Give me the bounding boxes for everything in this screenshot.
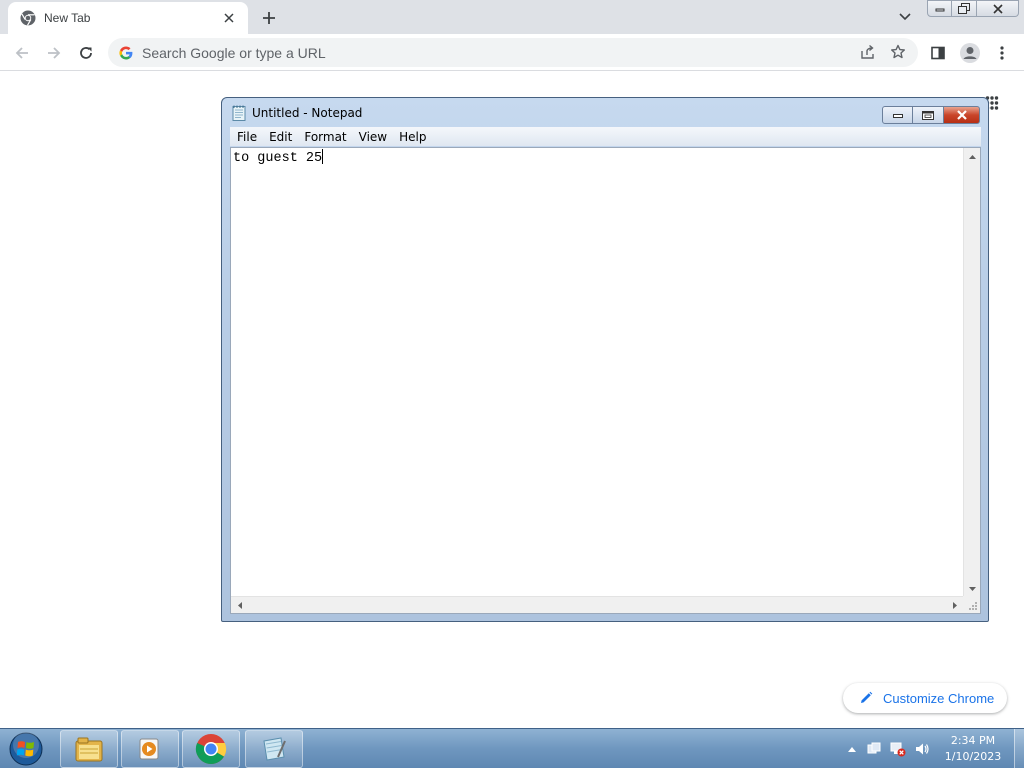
customize-chrome-label: Customize Chrome (883, 690, 995, 706)
media-player-icon (139, 738, 159, 760)
action-center-flag-icon[interactable] (866, 741, 882, 757)
notepad-maximize-button[interactable] (913, 106, 944, 124)
notepad-icon (263, 737, 286, 761)
menu-view[interactable]: View (353, 130, 393, 144)
file-explorer-icon (75, 737, 103, 762)
taskbar-clock[interactable]: 2:34 PM 1/10/2023 (935, 733, 1011, 765)
scroll-down-arrow-icon[interactable] (964, 580, 981, 597)
taskbar-media-player-button[interactable] (121, 730, 179, 768)
close-tab-icon[interactable] (220, 9, 238, 27)
clock-date: 1/10/2023 (944, 750, 1002, 763)
forward-button[interactable] (41, 40, 67, 66)
back-button[interactable] (9, 40, 35, 66)
customize-chrome-button[interactable]: Customize Chrome (843, 683, 1007, 713)
start-button[interactable] (6, 730, 46, 768)
tab-strip: New Tab (0, 0, 1024, 34)
bookmark-star-icon[interactable] (888, 42, 908, 62)
pencil-icon (861, 691, 873, 703)
horizontal-scrollbar[interactable] (231, 596, 963, 613)
text-caret (322, 149, 324, 164)
profile-button[interactable] (957, 40, 983, 66)
vertical-scrollbar[interactable] (963, 148, 980, 597)
show-desktop-button[interactable] (1014, 729, 1024, 769)
window-close-button[interactable] (977, 0, 1019, 17)
forward-arrow-icon (48, 47, 61, 59)
tab-search-chevron-icon[interactable] (894, 8, 916, 26)
chrome-menu-button[interactable] (989, 40, 1015, 66)
tab-new-tab[interactable]: New Tab (8, 2, 248, 34)
clock-time: 2:34 PM (950, 734, 996, 747)
chrome-icon (20, 10, 36, 26)
side-panel-button[interactable] (925, 40, 951, 66)
scroll-right-arrow-icon[interactable] (946, 597, 963, 614)
share-icon[interactable] (858, 42, 878, 62)
browser-toolbar (0, 34, 1024, 71)
google-g-icon (119, 46, 133, 59)
show-hidden-icons-icon[interactable] (844, 741, 860, 757)
notepad-title: Untitled - Notepad (252, 106, 363, 120)
notepad-text-area[interactable]: to guest 25 (230, 147, 981, 614)
menu-format[interactable]: Format (298, 130, 352, 144)
new-tab-button[interactable] (258, 7, 280, 29)
omnibox-input[interactable] (142, 44, 832, 61)
notepad-content: to guest 25 (233, 151, 323, 166)
taskbar-chrome-button[interactable] (182, 730, 240, 768)
reload-button[interactable] (73, 40, 99, 66)
omnibox[interactable] (108, 38, 918, 67)
notepad-minimize-button[interactable] (882, 106, 913, 124)
chrome-icon (195, 734, 227, 765)
notepad-text-line: to guest 25 (233, 149, 324, 166)
tab-title: New Tab (44, 11, 91, 25)
menu-edit[interactable]: Edit (263, 130, 298, 144)
notepad-close-button[interactable] (944, 106, 980, 124)
notepad-window: Untitled - Notepad File Edit Format View… (221, 97, 989, 622)
taskbar-notepad-button[interactable] (245, 730, 303, 768)
window-restore-button[interactable] (952, 0, 977, 17)
windows-start-orb-icon (9, 732, 43, 766)
avatar-icon (960, 43, 980, 63)
notepad-menubar: File Edit Format View Help (230, 127, 981, 146)
side-panel-icon (931, 46, 945, 60)
kebab-menu-icon (1000, 46, 1004, 60)
resize-grip-icon[interactable] (963, 596, 980, 613)
network-disconnected-icon[interactable] (890, 741, 906, 757)
taskbar-explorer-button[interactable] (60, 730, 118, 768)
volume-icon[interactable] (914, 741, 930, 757)
window-minimize-button[interactable] (927, 0, 952, 17)
scroll-left-arrow-icon[interactable] (231, 597, 248, 614)
reload-icon (80, 47, 92, 59)
notepad-icon (232, 105, 246, 121)
menu-file[interactable]: File (230, 130, 263, 144)
taskbar: 2:34 PM 1/10/2023 (0, 728, 1024, 769)
notepad-titlebar: Untitled - Notepad (232, 105, 362, 121)
back-arrow-icon (15, 47, 28, 59)
scroll-up-arrow-icon[interactable] (964, 148, 981, 165)
menu-help[interactable]: Help (393, 130, 432, 144)
